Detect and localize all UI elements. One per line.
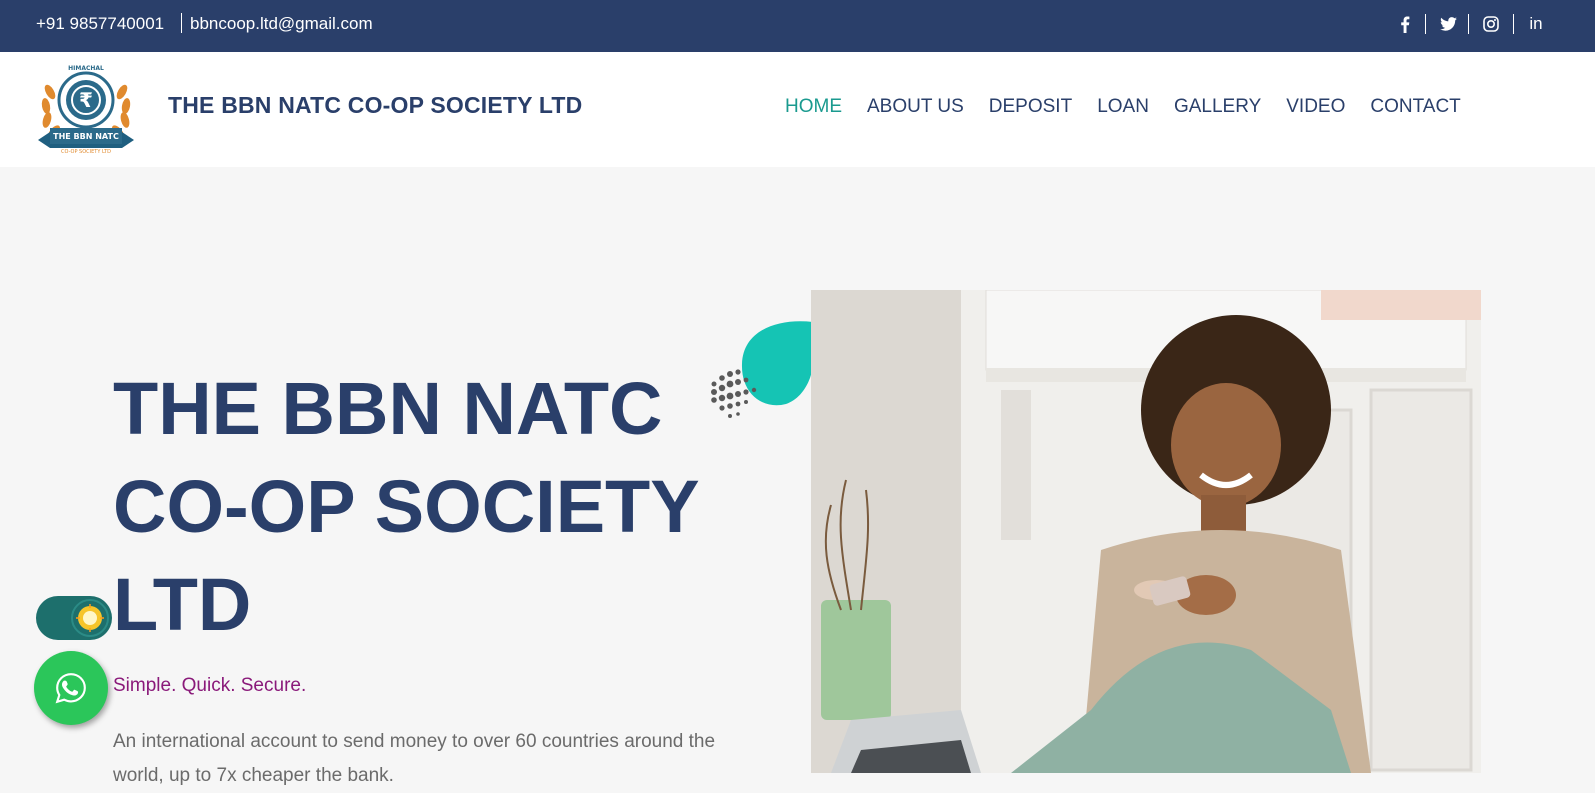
whatsapp-chat-button[interactable]: [34, 651, 108, 725]
nav-about-us[interactable]: ABOUT US: [867, 96, 964, 118]
hero-description: An international account to send money t…: [113, 731, 716, 786]
divider: [181, 13, 182, 33]
decorative-blob: [711, 321, 813, 418]
site-logo[interactable]: ₹ HIMACHAL THE BBN NATC CO-OP SOCIETY LT…: [36, 62, 136, 158]
site-header: ₹ HIMACHAL THE BBN NATC CO-OP SOCIETY LT…: [0, 52, 1595, 167]
hero-title-line: CO-OP SOCIETY: [113, 465, 700, 548]
hero-image: [811, 290, 1481, 773]
phone-number[interactable]: +91 9857740001: [36, 14, 164, 34]
email-address[interactable]: bbncoop.ltd@gmail.com: [190, 14, 373, 34]
hero-title-line: THE BBN NATC: [113, 367, 663, 450]
main-nav: HOME ABOUT US DEPOSIT LOAN GALLERY VIDEO…: [785, 96, 1486, 118]
hero-tagline: Simple. Quick. Secure.: [113, 675, 307, 696]
sun-icon: [71, 599, 109, 637]
divider: [1468, 14, 1469, 34]
brand-name[interactable]: THE BBN NATC CO-OP SOCIETY LTD: [168, 92, 582, 119]
theme-toggle[interactable]: [36, 596, 112, 640]
social-links: in: [1395, 12, 1546, 36]
nav-deposit[interactable]: DEPOSIT: [989, 96, 1072, 118]
nav-loan[interactable]: LOAN: [1097, 96, 1149, 118]
hero-title-line: LTD: [113, 563, 252, 646]
instagram-icon[interactable]: [1481, 16, 1501, 32]
top-contact-bar: +91 9857740001 bbncoop.ltd@gmail.com in: [0, 0, 1595, 52]
svg-text:HIMACHAL: HIMACHAL: [68, 65, 104, 72]
divider: [1513, 14, 1514, 34]
linkedin-icon[interactable]: in: [1526, 14, 1546, 34]
nav-gallery[interactable]: GALLERY: [1174, 96, 1261, 118]
svg-text:THE BBN NATC: THE BBN NATC: [53, 132, 119, 141]
nav-video[interactable]: VIDEO: [1286, 96, 1345, 118]
svg-text:CO-OP SOCIETY LTD: CO-OP SOCIETY LTD: [61, 149, 111, 155]
hero-title: THE BBN NATC CO-OP SOCIETY LTD: [113, 360, 763, 654]
whatsapp-icon: [55, 673, 86, 704]
svg-text:₹: ₹: [79, 88, 93, 112]
facebook-icon[interactable]: [1395, 16, 1415, 33]
nav-home[interactable]: HOME: [785, 96, 842, 118]
twitter-icon[interactable]: [1438, 17, 1458, 31]
nav-contact[interactable]: CONTACT: [1370, 96, 1460, 118]
divider: [1425, 14, 1426, 34]
